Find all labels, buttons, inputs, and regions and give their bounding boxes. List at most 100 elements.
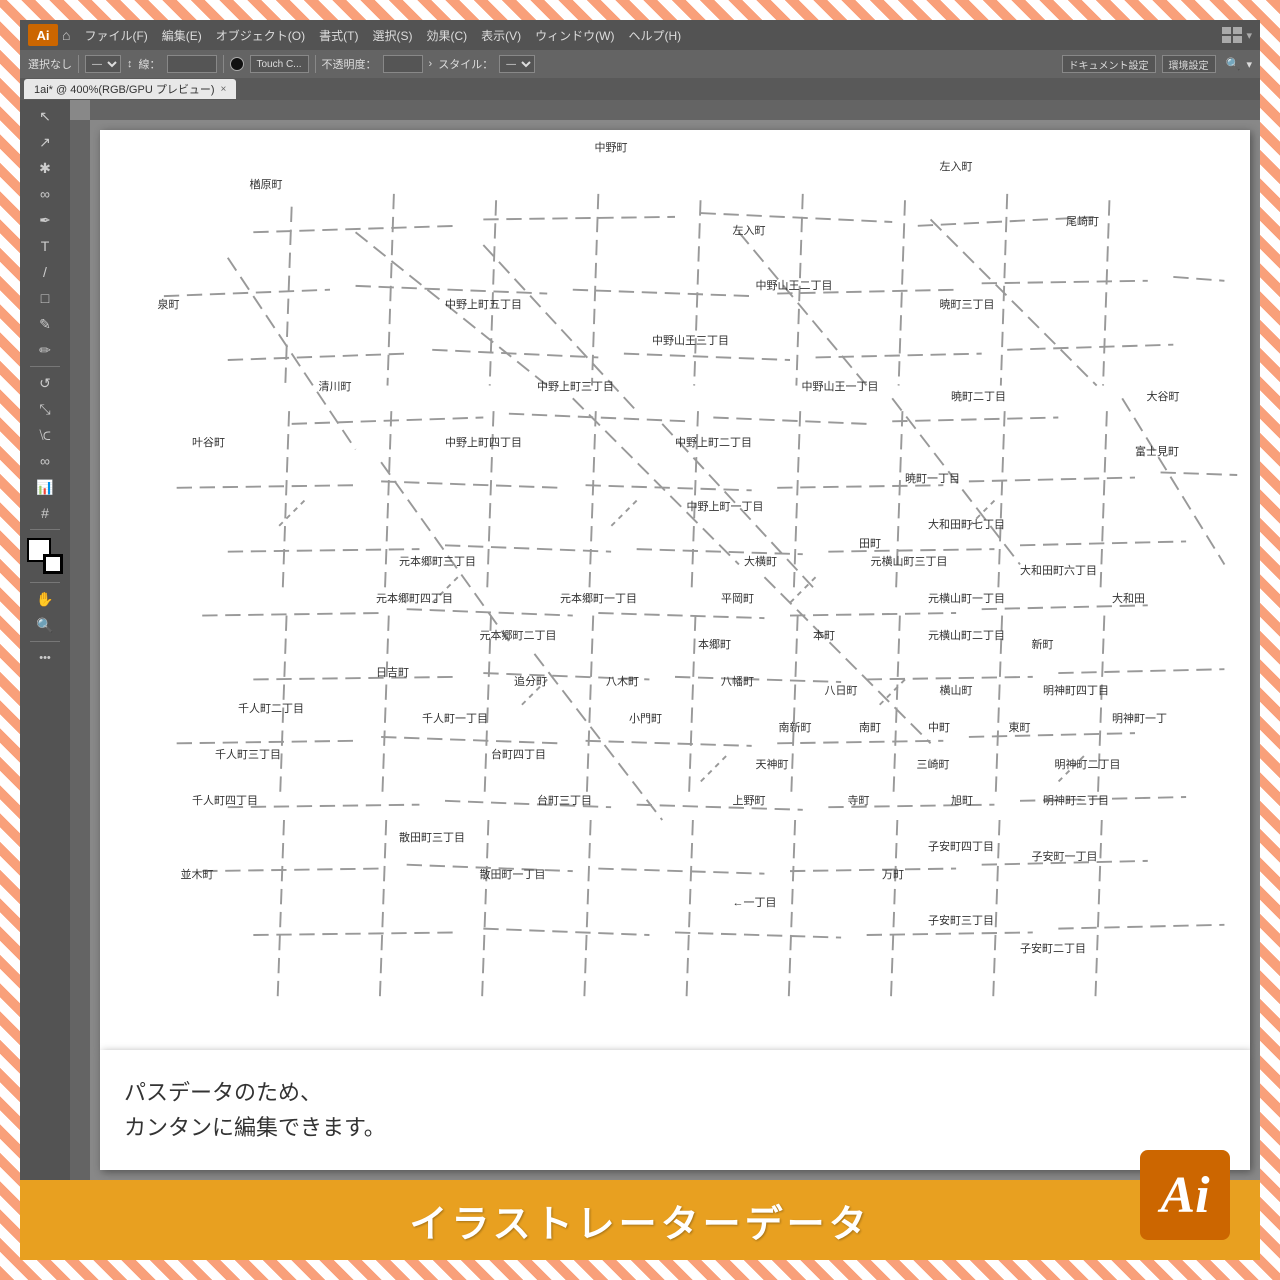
- menu-effect[interactable]: 効果(C): [420, 25, 473, 46]
- canvas[interactable]: 楢原町 中野町 左入町 左入町 尾崎町 泉町 中野上町五丁目 中野山王二丁目 暁…: [90, 120, 1260, 1180]
- label-koyasu3: 子安町三丁目: [928, 912, 994, 928]
- menu-object[interactable]: オブジェクト(O): [210, 25, 311, 46]
- tab-close-btn[interactable]: ×: [221, 84, 227, 95]
- rect-tool[interactable]: □: [31, 286, 59, 310]
- label-yoka: 八日町: [825, 682, 858, 698]
- label-narahara: 楢原町: [250, 176, 283, 192]
- paint-brush-tool[interactable]: ✎: [31, 312, 59, 336]
- label-myojin1cho: 明神町一丁: [1112, 710, 1167, 726]
- label-koyasu2: 子安町二丁目: [1020, 940, 1086, 956]
- search-icon[interactable]: 🔍: [1226, 57, 1241, 71]
- menu-window[interactable]: ウィンドウ(W): [529, 25, 620, 46]
- doc-settings-btn[interactable]: ドキュメント設定: [1062, 55, 1156, 73]
- label-koyasu4: 子安町四丁目: [928, 838, 994, 854]
- label-nakanokamimachi4: 中野上町四丁目: [445, 434, 522, 450]
- style-select[interactable]: —: [499, 55, 535, 73]
- label-nakamachi: 中町: [928, 719, 950, 735]
- label-manmachi: 万町: [882, 866, 904, 882]
- info-text: パスデータのため、 カンタンに編集できます。: [124, 1075, 386, 1145]
- menu-select[interactable]: 選択(S): [366, 25, 418, 46]
- rotate-tool[interactable]: ↺: [31, 371, 59, 395]
- ruler-top: [90, 100, 1260, 120]
- label-motokyogo1: 元本郷町一丁目: [560, 590, 637, 606]
- label-ta: 田町: [859, 535, 881, 551]
- opacity-arrow: ›: [429, 58, 433, 70]
- label-ichome: ←一丁目: [733, 894, 777, 910]
- color-boxes: [27, 538, 63, 574]
- label-sennincho3: 千人町三丁目: [215, 746, 281, 762]
- label-koyasu1: 子安町一丁目: [1032, 848, 1098, 864]
- label-shinmachi: 新町: [1032, 636, 1054, 652]
- tool-sep-4: [30, 641, 60, 642]
- canvas-wrapper: 楢原町 中野町 左入町 左入町 尾崎町 泉町 中野上町五丁目 中野山王二丁目 暁…: [70, 100, 1260, 1180]
- home-icon[interactable]: ⌂: [62, 27, 70, 43]
- label-nakanoyamao1: 中野山王一丁目: [802, 378, 879, 394]
- label-motokyogo4: 元本郷町四丁目: [376, 590, 453, 606]
- lasso-tool[interactable]: ∞: [31, 182, 59, 206]
- mesh-tool[interactable]: #: [31, 501, 59, 525]
- label-motokyogo2: 元本郷町二丁目: [480, 627, 557, 643]
- label-namiki: 並木町: [181, 866, 214, 882]
- label-fujimi: 富士見町: [1135, 443, 1179, 459]
- menu-help[interactable]: ヘルプ(H): [622, 25, 687, 46]
- label-akatsuki1: 暁町一丁目: [905, 470, 960, 486]
- menu-file[interactable]: ファイル(F): [78, 25, 153, 46]
- ai-logo: Ai: [28, 24, 58, 46]
- zoom-tool[interactable]: 🔍: [31, 613, 59, 637]
- label-motoyokoyama2: 元横山町二丁目: [928, 627, 1005, 643]
- warp-tool[interactable]: ⟈: [31, 423, 59, 447]
- line-label: 線：: [139, 56, 161, 72]
- label-oiwake: 追分町: [514, 673, 547, 689]
- label-owada: 大和田: [1112, 590, 1145, 606]
- label-yokoyama: 横山町: [940, 682, 973, 698]
- label-kogado: 小門町: [629, 710, 662, 726]
- touch-btn[interactable]: Touch C...: [250, 55, 309, 73]
- pencil-tool[interactable]: ✏: [31, 338, 59, 362]
- hand-tool[interactable]: ✋: [31, 587, 59, 611]
- label-minamishinmachi: 南新町: [779, 719, 812, 735]
- line-input[interactable]: [167, 55, 217, 73]
- label-motoyokoyama3: 元横山町三丁目: [871, 553, 948, 569]
- label-yagi: 八木町: [606, 673, 639, 689]
- color-swatch: [230, 57, 244, 71]
- grid-icon: [1222, 27, 1242, 43]
- label-hidari-iri-2: 左入町: [733, 222, 766, 238]
- label-honcho: 本町: [813, 627, 835, 643]
- graph-tool[interactable]: 📊: [31, 475, 59, 499]
- active-tab[interactable]: 1ai* @ 400%(RGB/GPU プレビュー) ×: [24, 79, 236, 99]
- menu-edit[interactable]: 編集(E): [156, 25, 208, 46]
- map-content: 楢原町 中野町 左入町 左入町 尾崎町 泉町 中野上町五丁目 中野山王二丁目 暁…: [100, 130, 1250, 1050]
- fill-select[interactable]: —: [85, 55, 121, 73]
- scale-tool[interactable]: ⤡: [31, 397, 59, 421]
- controlbar: 選択なし — ↕ 線： Touch C... 不透明度： 100% › スタイル…: [20, 50, 1260, 78]
- magic-wand-tool[interactable]: ✱: [31, 156, 59, 180]
- env-settings-btn[interactable]: 環境設定: [1162, 55, 1216, 73]
- stroke-color[interactable]: [43, 554, 63, 574]
- more-tools-btn[interactable]: •••: [31, 646, 59, 670]
- label-asahicho: 旭町: [951, 792, 973, 808]
- line-tool[interactable]: /: [31, 260, 59, 284]
- menu-type[interactable]: 書式(T): [313, 25, 364, 46]
- label-daimachi4: 台町四丁目: [491, 746, 546, 762]
- opacity-input[interactable]: 100%: [383, 55, 423, 73]
- label-nakanokamimachi1: 中野上町一丁目: [687, 498, 764, 514]
- toolbox: ↖ ↗ ✱ ∞ ✒ T / □ ✎ ✏ ↺ ⤡ ⟈ ∞ 📊 #: [20, 100, 70, 1180]
- separator-3: [315, 55, 316, 73]
- label-nakanokamimachi2: 中野上町二丁目: [675, 434, 752, 450]
- text-tool[interactable]: T: [31, 234, 59, 258]
- label-misakicho: 三崎町: [917, 756, 950, 772]
- tool-sep-3: [30, 582, 60, 583]
- banner-text: イラストレーターデータ: [409, 1193, 870, 1248]
- menu-view[interactable]: 表示(V): [475, 25, 527, 46]
- tabbar: 1ai* @ 400%(RGB/GPU プレビュー) ×: [20, 78, 1260, 100]
- label-higashimachi: 東町: [1009, 719, 1031, 735]
- label-otani: 大谷町: [1147, 388, 1180, 404]
- label-akatsuki2: 暁町二丁目: [951, 388, 1006, 404]
- pen-tool[interactable]: ✒: [31, 208, 59, 232]
- blend-tool[interactable]: ∞: [31, 449, 59, 473]
- settings-arrow: ▾: [1246, 58, 1252, 71]
- select-tool[interactable]: ↖: [31, 104, 59, 128]
- direct-select-tool[interactable]: ↗: [31, 130, 59, 154]
- label-kiyokawa: 清川町: [319, 378, 352, 394]
- menu-items: ファイル(F) 編集(E) オブジェクト(O) 書式(T) 選択(S) 効果(C…: [78, 25, 1218, 46]
